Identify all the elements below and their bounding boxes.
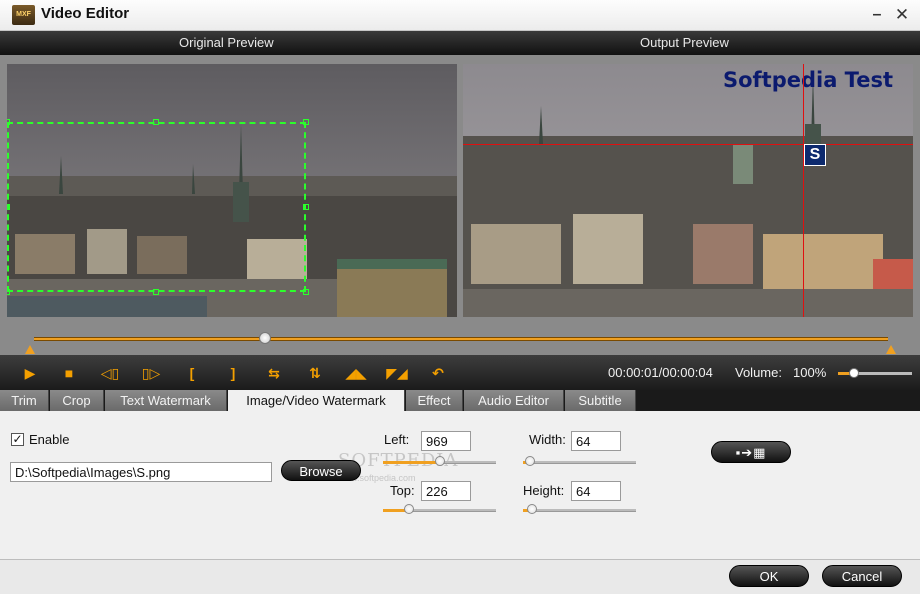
tab-audio-editor[interactable]: Audio Editor <box>464 390 564 411</box>
tab-subtitle[interactable]: Subtitle <box>565 390 636 411</box>
crop-handle-mr[interactable] <box>303 204 309 210</box>
trim-start-marker[interactable] <box>25 345 35 354</box>
control-bar: ▶ ■ ◁▯ ▯▷ [ ] ⇆ ⇅ ◢◣ ◤◢ ↶ 00:00:01/00:00… <box>0 355 920 390</box>
watermark-settings-panel: SOFTPEDIA www.softpedia.com ✓ Enable Bro… <box>0 411 920 560</box>
stop-icon[interactable]: ■ <box>58 363 80 383</box>
left-slider-thumb[interactable] <box>435 456 445 466</box>
height-slider-thumb[interactable] <box>527 504 537 514</box>
tab-bar: Trim Crop Text Watermark Image/Video Wat… <box>0 390 920 411</box>
text-watermark: Softpedia Test <box>722 68 893 92</box>
undo-icon[interactable]: ↶ <box>427 363 449 383</box>
minimize-button[interactable]: – <box>866 4 888 26</box>
top-label: Top: <box>390 483 415 498</box>
browse-button[interactable]: Browse <box>281 460 361 481</box>
city-scene-output <box>463 64 913 317</box>
left-label: Left: <box>384 432 410 447</box>
play-icon[interactable]: ▶ <box>19 363 41 383</box>
dialog-footer: OK Cancel <box>0 560 920 594</box>
width-input[interactable] <box>571 431 621 451</box>
set-start-icon[interactable]: [ <box>181 363 203 383</box>
apply-to-all-icon: ▪➔▦ <box>735 445 767 460</box>
crop-handle-tr[interactable] <box>303 119 309 125</box>
app-icon: MXF <box>12 5 35 25</box>
volume-thumb[interactable] <box>849 368 860 378</box>
output-preview-label: Output Preview <box>640 35 729 50</box>
close-button[interactable]: ✕ <box>891 4 913 26</box>
output-preview[interactable]: Softpedia Test S <box>463 64 913 317</box>
rotate-right-icon[interactable]: ◤◢ <box>386 363 408 383</box>
width-slider-thumb[interactable] <box>525 456 535 466</box>
top-slider-thumb[interactable] <box>404 504 414 514</box>
tab-text-watermark[interactable]: Text Watermark <box>105 390 227 411</box>
height-label: Height: <box>523 483 565 498</box>
window-title: Video Editor <box>41 5 130 22</box>
rotate-left-icon[interactable]: ◢◣ <box>345 363 367 383</box>
original-preview-label: Original Preview <box>179 35 274 50</box>
crop-handle-tc[interactable] <box>153 119 159 125</box>
timeline-playhead[interactable] <box>258 332 271 344</box>
flip-vertical-icon[interactable]: ⇅ <box>304 363 326 383</box>
left-input[interactable] <box>421 431 471 451</box>
height-input[interactable] <box>571 481 621 501</box>
volume-value: 100% <box>793 365 827 380</box>
crop-handle-br[interactable] <box>303 289 309 295</box>
tab-crop[interactable]: Crop <box>50 390 104 411</box>
set-end-icon[interactable]: ] <box>222 363 244 383</box>
tab-effect[interactable]: Effect <box>406 390 463 411</box>
enable-checkbox[interactable]: ✓ <box>11 433 24 446</box>
position-guide-vertical <box>803 64 804 317</box>
crop-handle-bl[interactable] <box>7 289 10 295</box>
time-readout: 00:00:01/00:00:04 <box>608 365 713 380</box>
flip-horizontal-icon[interactable]: ⇆ <box>263 363 285 383</box>
tab-image-video-watermark[interactable]: Image/Video Watermark <box>228 390 405 411</box>
left-slider-fill <box>383 461 440 464</box>
volume-label: Volume: <box>735 365 782 380</box>
prev-frame-icon[interactable]: ◁▯ <box>99 363 121 383</box>
timeline-track[interactable] <box>34 337 888 341</box>
crop-handle-bc[interactable] <box>153 289 159 295</box>
height-slider[interactable] <box>523 509 636 512</box>
top-input[interactable] <box>421 481 471 501</box>
trim-end-marker[interactable] <box>886 345 896 354</box>
top-slider[interactable] <box>383 509 496 512</box>
tab-trim[interactable]: Trim <box>0 390 49 411</box>
ok-button[interactable]: OK <box>729 565 809 587</box>
width-slider[interactable] <box>523 461 636 464</box>
preview-area: Softpedia Test S <box>0 55 920 355</box>
cancel-button[interactable]: Cancel <box>822 565 902 587</box>
enable-label: Enable <box>29 432 70 447</box>
crop-frame[interactable] <box>7 122 306 292</box>
crop-handle-tl[interactable] <box>7 119 10 125</box>
title-bar: MXF Video Editor – ✕ <box>0 0 920 31</box>
image-path-input[interactable] <box>10 462 272 482</box>
width-label: Width: <box>529 432 566 447</box>
preview-header: Original Preview Output Preview <box>0 31 920 55</box>
image-watermark[interactable]: S <box>804 144 826 166</box>
next-frame-icon[interactable]: ▯▷ <box>140 363 162 383</box>
position-guide-horizontal <box>463 144 913 145</box>
crop-handle-ml[interactable] <box>7 204 10 210</box>
apply-to-all-button[interactable]: ▪➔▦ <box>711 441 791 463</box>
original-preview[interactable] <box>7 64 457 317</box>
